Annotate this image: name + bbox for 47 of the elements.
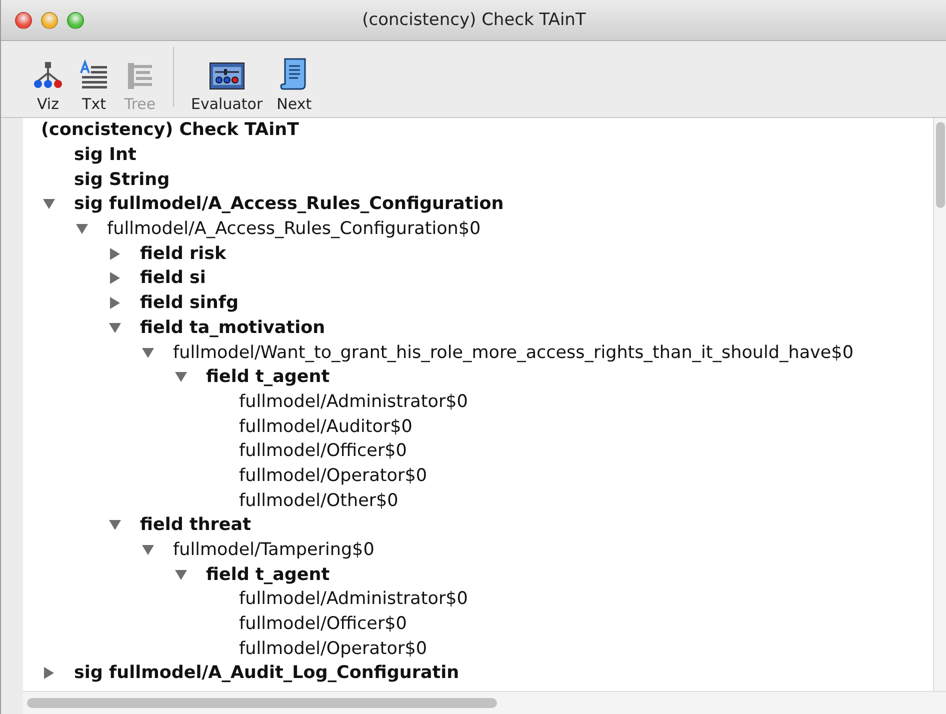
collapse-arrow-icon[interactable] <box>76 223 88 236</box>
tree-node[interactable]: field risk <box>140 244 226 264</box>
tree-graph-icon <box>32 59 64 91</box>
tree-node[interactable]: fullmodel/Officer$0 <box>239 614 407 634</box>
tree-node[interactable]: field t_agent <box>206 564 330 585</box>
tree-node[interactable]: fullmodel/Want_to_grant_his_role_more_access_rights_than_it_should_have$0 <box>173 342 854 363</box>
collapse-arrow-icon[interactable] <box>175 371 187 384</box>
window-title: (concistency) Check TAinT <box>362 10 586 30</box>
horizontal-scrollbar[interactable] <box>23 691 946 714</box>
tree-node[interactable]: fullmodel/Tampering$0 <box>173 540 374 560</box>
tree-node[interactable]: (concistency) Check TAinT <box>41 120 299 140</box>
tree-node[interactable]: fullmodel/Other$0 <box>239 490 398 511</box>
vertical-scrollbar[interactable] <box>934 118 946 691</box>
evaluator-panel-icon <box>208 61 245 91</box>
expand-arrow-icon[interactable] <box>43 667 55 680</box>
tree-node[interactable]: fullmodel/A_Access_Rules_Configuration$0 <box>107 219 481 240</box>
tree-node[interactable]: field sinfg <box>140 293 238 314</box>
tree-node[interactable]: fullmodel/Operator$0 <box>239 466 427 486</box>
tree-node[interactable]: fullmodel/Administrator$0 <box>239 589 468 610</box>
close-button[interactable] <box>15 12 32 28</box>
toolbar-button[interactable]: Txt <box>73 59 115 113</box>
tree-node[interactable]: sig fullmodel/A_Audit_Log_Configuratin <box>74 663 460 684</box>
tree-node[interactable]: field si <box>140 268 206 288</box>
tree-node[interactable]: field threat <box>140 515 251 536</box>
toolbar-button[interactable]: Viz <box>27 59 69 113</box>
tree-node[interactable]: field t_agent <box>206 367 330 388</box>
tree-node[interactable]: field ta_motivation <box>140 318 326 338</box>
toolbar-button[interactable]: Evaluator <box>186 61 268 113</box>
collapse-arrow-icon[interactable] <box>142 346 154 359</box>
tree-node[interactable]: sig fullmodel/A_Access_Rules_Configuration <box>74 194 504 214</box>
collapse-arrow-icon[interactable] <box>175 568 187 581</box>
tree-node[interactable]: fullmodel/Officer$0 <box>239 441 407 462</box>
toolbar-button[interactable]: Next <box>272 57 317 113</box>
zoom-button[interactable] <box>67 12 84 28</box>
collapse-arrow-icon[interactable] <box>109 322 121 334</box>
collapse-arrow-icon[interactable] <box>43 198 55 210</box>
tree-node[interactable]: fullmodel/Auditor$0 <box>239 416 412 437</box>
tree-node[interactable]: fullmodel/Operator$0 <box>239 638 427 659</box>
expand-arrow-icon[interactable] <box>109 248 121 260</box>
text-lines-icon <box>78 59 110 91</box>
expand-arrow-icon[interactable] <box>109 272 121 284</box>
collapse-arrow-icon[interactable] <box>109 519 121 532</box>
expand-arrow-icon[interactable] <box>109 297 121 310</box>
tree-node[interactable]: fullmodel/Administrator$0 <box>239 392 468 412</box>
tree-node[interactable]: sig Int <box>74 145 136 166</box>
collapse-arrow-icon[interactable] <box>142 544 154 556</box>
tree-node[interactable]: sig String <box>74 170 170 190</box>
